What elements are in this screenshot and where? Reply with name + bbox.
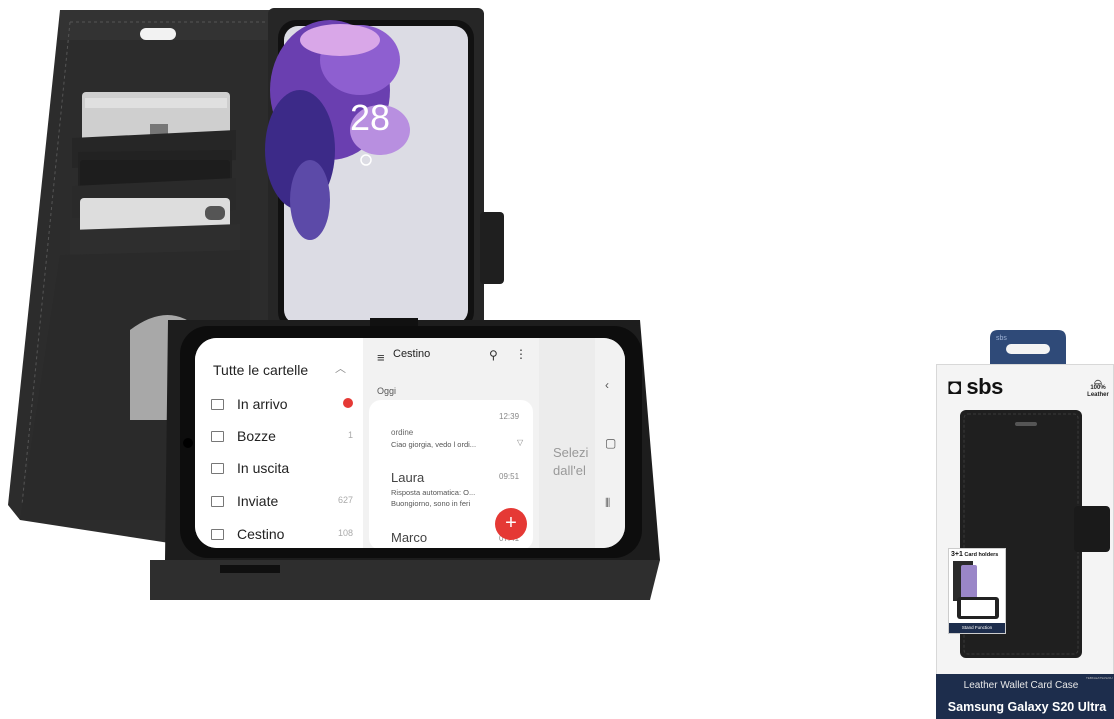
message-card: 12:39 ordine Ciao giorgia, vedo l ordi..… bbox=[369, 400, 533, 548]
hanger-logo: sbs bbox=[996, 335, 1007, 342]
strap-slot bbox=[140, 28, 176, 40]
phone-screen-email-app: Tutte le cartelle ︿ In arrivo Bozze 1 In… bbox=[195, 338, 625, 548]
folder-icon bbox=[211, 431, 224, 442]
message-sender[interactable]: Laura bbox=[391, 470, 424, 485]
message-time: 12:39 bbox=[499, 412, 520, 421]
message-preview[interactable]: Ciao giorgia, vedo l ordi... bbox=[391, 440, 476, 449]
product-line: Leather Wallet Card Case bbox=[963, 680, 1079, 691]
filter-icon: ▽ bbox=[517, 438, 524, 447]
folder-label: Cestino bbox=[237, 526, 285, 542]
message-sender[interactable]: ordine bbox=[391, 428, 413, 437]
folder-count: 108 bbox=[337, 528, 353, 538]
folder-panel: Tutte le cartelle ︿ In arrivo Bozze 1 In… bbox=[195, 338, 363, 548]
menu-icon[interactable]: ≡ bbox=[377, 350, 385, 365]
folder-item-in-uscita[interactable]: In uscita bbox=[211, 460, 359, 482]
magnetic-tab bbox=[480, 212, 504, 284]
folder-count: 1 bbox=[347, 430, 353, 440]
stand-function-label: Stand Function bbox=[949, 623, 1005, 633]
folder-icon bbox=[211, 399, 224, 410]
device-model: Samsung Galaxy S20 Ultra bbox=[947, 700, 1107, 714]
recents-icon[interactable]: ⦀ bbox=[605, 496, 610, 511]
card-holders-title: 3+1 Card holders bbox=[951, 551, 998, 558]
lock-clock: 28 bbox=[350, 97, 390, 138]
folders-header: Tutte le cartelle bbox=[213, 362, 309, 378]
badge-line-1: 100% bbox=[1090, 385, 1106, 391]
reading-pane-hint: Selezi dall'el bbox=[553, 444, 588, 480]
sbs-logo: ◘ sbs bbox=[948, 374, 1003, 399]
compose-button[interactable]: + bbox=[495, 508, 527, 540]
folder-label: In arrivo bbox=[237, 396, 288, 412]
folder-icon bbox=[211, 496, 224, 507]
brand-name: sbs bbox=[966, 374, 1003, 399]
leather-hide-icon: ⌓ bbox=[1094, 376, 1102, 387]
folder-item-bozze[interactable]: Bozze 1 bbox=[211, 428, 359, 450]
leather-badge: ⌓ 100% Leather bbox=[1084, 376, 1112, 399]
product-package: sbs ◘ sbs ⌓ 100% Leather 3+1 Card holder… bbox=[936, 330, 1114, 719]
home-icon[interactable]: ▢ bbox=[605, 436, 616, 450]
reading-pane: Selezi dall'el bbox=[539, 338, 595, 548]
card-holders-inset: 3+1 Card holders Stand Function bbox=[948, 548, 1006, 634]
message-time: 09:51 bbox=[499, 472, 520, 481]
inset-wallet-photo bbox=[953, 561, 999, 619]
folder-label: Inviate bbox=[237, 493, 279, 509]
card-holders-text: Card holders bbox=[964, 552, 999, 558]
message-preview-line2[interactable]: Buongiorno, sono in feri bbox=[391, 499, 470, 508]
unread-badge bbox=[343, 398, 353, 408]
back-icon[interactable]: ‹ bbox=[605, 378, 609, 392]
folder-item-in-arrivo[interactable]: In arrivo bbox=[211, 396, 359, 418]
message-sender[interactable]: Marco bbox=[391, 530, 427, 545]
system-nav-bar: ‹ ▢ ⦀ bbox=[595, 338, 625, 548]
folder-icon bbox=[211, 463, 224, 474]
hint-line-1: Selezi bbox=[553, 445, 589, 460]
trash-folder-icon bbox=[211, 529, 224, 540]
date-section-header: Oggi bbox=[377, 386, 397, 396]
collapse-chevron-icon[interactable]: ︿ bbox=[335, 360, 346, 376]
folder-label: In uscita bbox=[237, 460, 290, 476]
folder-count: 627 bbox=[337, 495, 353, 505]
card-holders-number: 3+1 bbox=[951, 551, 963, 558]
package-info-band: TEBKLEATSAS20U Leather Wallet Card Case … bbox=[936, 674, 1114, 719]
message-preview[interactable]: Risposta automatica: O... bbox=[391, 488, 475, 497]
folder-item-cestino[interactable]: Cestino 108 bbox=[211, 526, 359, 548]
front-camera bbox=[183, 438, 193, 448]
folder-item-inviate[interactable]: Inviate 627 bbox=[211, 493, 359, 515]
search-icon[interactable]: ⚲ bbox=[489, 348, 498, 362]
more-options-icon[interactable]: ⋮ bbox=[515, 347, 527, 361]
folder-label: Bozze bbox=[237, 428, 276, 444]
badge-line-2: Leather bbox=[1087, 392, 1109, 398]
hint-line-2: dall'el bbox=[553, 463, 586, 478]
message-list-panel: ≡ Cestino ⚲ ⋮ Oggi 12:39 ordine Ciao gio… bbox=[363, 338, 539, 548]
mailbox-title: Cestino bbox=[393, 348, 431, 360]
